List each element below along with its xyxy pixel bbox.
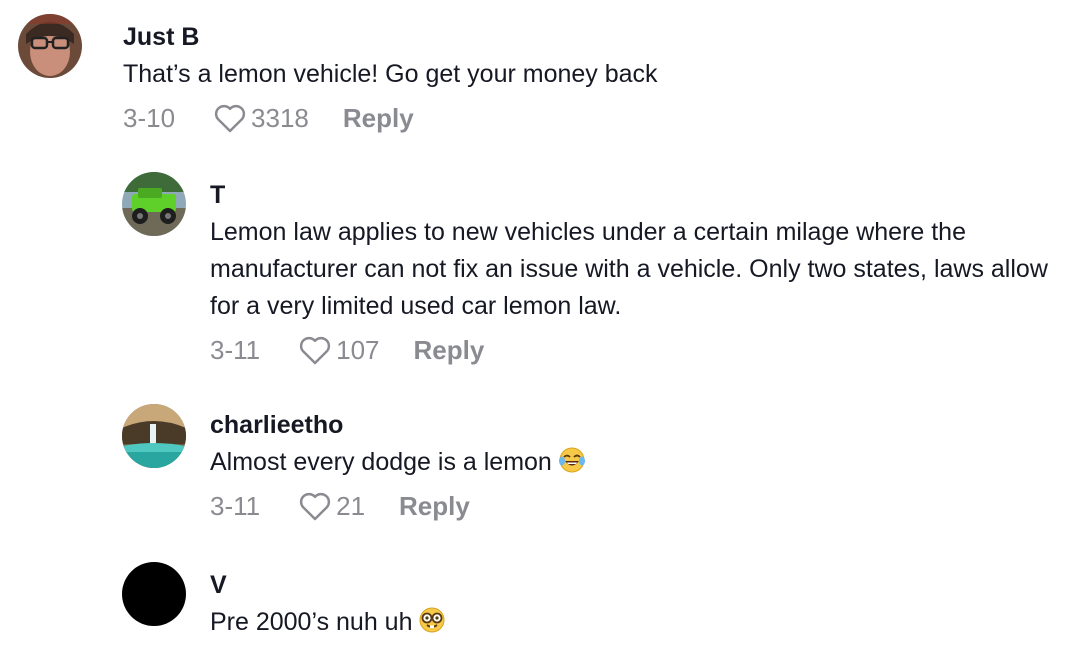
avatar[interactable] bbox=[122, 404, 186, 468]
reply-button[interactable]: Reply bbox=[399, 491, 470, 522]
avatar[interactable] bbox=[122, 562, 186, 626]
heart-icon bbox=[300, 336, 331, 365]
comment-text: Lemon law applies to new vehicles under … bbox=[210, 218, 1048, 320]
like-count: 107 bbox=[336, 334, 380, 365]
like-count: 21 bbox=[336, 490, 366, 521]
comment-username[interactable]: V bbox=[210, 570, 1064, 600]
reply-button[interactable]: Reply bbox=[343, 103, 414, 134]
comment-text: That’s a lemon vehicle! Go get your mone… bbox=[123, 60, 658, 88]
comment-date: 3-10 bbox=[123, 102, 176, 133]
comment-meta: 3-11 107 Reply bbox=[210, 331, 1064, 369]
comment-date: 3-11 bbox=[210, 334, 261, 365]
tears-of-joy-emoji-icon bbox=[558, 446, 586, 474]
avatar[interactable] bbox=[18, 14, 82, 78]
comment-username[interactable]: Just B bbox=[123, 22, 1064, 52]
like-count: 3318 bbox=[251, 102, 309, 133]
like-button[interactable]: 3318 bbox=[213, 103, 309, 134]
comment-username[interactable]: charlieetho bbox=[210, 410, 1064, 440]
avatar[interactable] bbox=[122, 172, 186, 236]
like-button[interactable]: 107 bbox=[298, 334, 380, 366]
comment-text-content: Almost every dodge is a lemon bbox=[210, 448, 552, 476]
heart-icon bbox=[300, 492, 331, 521]
comment-text: Almost every dodge is a lemon bbox=[210, 444, 1064, 481]
comment-date: 3-11 bbox=[210, 490, 261, 521]
comment-meta: 3-11 21 Reply bbox=[210, 487, 1064, 525]
comment-text-content: Pre 2000’s nuh uh bbox=[210, 608, 413, 636]
comment-text: Pre 2000’s nuh uh bbox=[210, 604, 1064, 641]
nerd-face-emoji-icon bbox=[418, 606, 446, 634]
like-button[interactable]: 21 bbox=[298, 491, 365, 522]
heart-icon bbox=[215, 104, 246, 133]
comment-meta: 3-10 3318 Reply bbox=[123, 99, 1064, 137]
comment-username[interactable]: T bbox=[210, 180, 1064, 210]
reply-button[interactable]: Reply bbox=[414, 335, 485, 366]
